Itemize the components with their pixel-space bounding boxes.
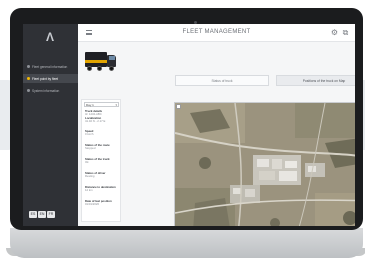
info-value: 0 km/h [85, 132, 94, 137]
info-block-distance: Distance to destination 12 km [85, 185, 119, 193]
sidebar-item-system[interactable]: System information [23, 86, 78, 95]
screen: Λ Fleet general information Fleet point … [23, 24, 355, 226]
status-truck-button[interactable]: Status of truck [175, 75, 269, 86]
info-block-driver: Status of driver Resting [85, 171, 119, 179]
truck-image [83, 48, 117, 76]
sidebar-item-fleet-general[interactable]: Fleet general information [23, 62, 78, 71]
day-select[interactable]: Day 1 ▾ [84, 102, 119, 107]
truck-wheel [87, 66, 92, 71]
sidebar-item-label: Fleet general information [32, 64, 68, 69]
topbar: FLEET MANAGEMENT ⚙ ⧉ [78, 24, 355, 42]
dot-icon [27, 89, 30, 92]
language-button[interactable]: EN [38, 211, 46, 218]
settings-icon[interactable]: ⚙ [330, 28, 339, 37]
language-switcher: ES EN FR [29, 211, 55, 218]
sidebar-item-fleet-point[interactable]: Fleet point by fleet [23, 74, 78, 83]
satellite-map[interactable] [174, 102, 355, 226]
language-button[interactable]: ES [29, 211, 37, 218]
info-value: 12 km [85, 188, 93, 193]
info-value: Ok [85, 160, 89, 165]
info-block-speed: Speed 0 km/h [85, 129, 119, 137]
map-imagery [175, 103, 355, 226]
chevron-down-icon: ▾ [115, 103, 117, 107]
monitor-base [10, 228, 363, 258]
info-panel: Day 1 ▾ Truck details Id: 1234-ABC Local… [81, 99, 121, 222]
dot-icon [27, 77, 30, 80]
zoom-control[interactable] [176, 104, 181, 109]
page-title: FLEET MANAGEMENT [182, 29, 251, 35]
info-block-truck: Truck details Id: 1234-ABC Localization … [85, 109, 119, 123]
info-block-route: Status of the route Stopped [85, 143, 119, 151]
positions-map-button[interactable]: Positions of the truck on Map [276, 75, 355, 86]
truck-window [109, 56, 115, 60]
stage: Λ Fleet general information Fleet point … [0, 0, 365, 260]
main-content: Status of truck Positions of the truck o… [78, 42, 355, 226]
truck-wheel [97, 66, 102, 71]
sidebar-item-label: Fleet point by fleet [32, 76, 59, 81]
info-value: Resting [85, 174, 95, 179]
truck-stripe [85, 60, 107, 63]
info-block-truck-status: Status of the truck Ok [85, 157, 119, 165]
info-block-date: Date of last position 01/01/2020 [85, 199, 119, 207]
sidebar: Λ Fleet general information Fleet point … [23, 24, 78, 226]
sidebar-item-label: System information [32, 88, 60, 93]
info-value: 41.40 N - 2.17 E [85, 118, 106, 123]
monitor: Λ Fleet general information Fleet point … [10, 8, 363, 230]
truck-wheel [109, 66, 114, 71]
logo-icon: Λ [45, 30, 54, 44]
info-value: Stopped [85, 146, 96, 151]
language-button[interactable]: FR [47, 211, 55, 218]
dot-icon [27, 65, 30, 68]
export-icon[interactable]: ⧉ [341, 28, 350, 37]
info-value: 01/01/2020 [85, 202, 99, 207]
day-select-value: Day 1 [86, 103, 94, 107]
